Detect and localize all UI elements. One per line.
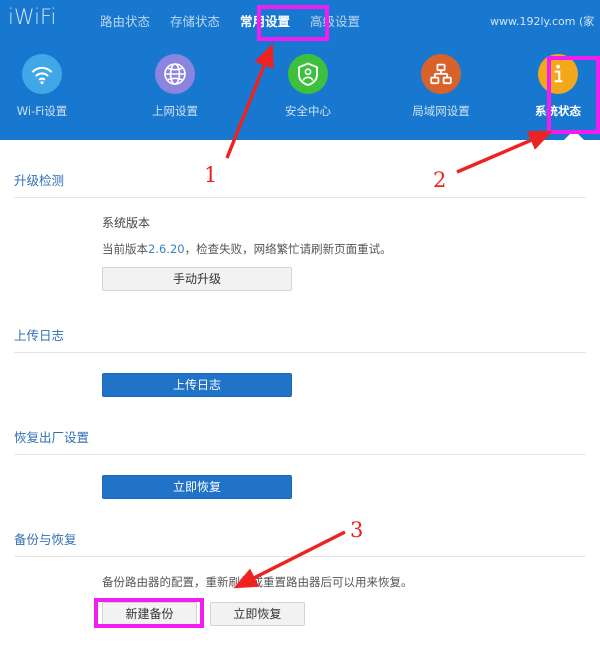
version-prefix: 当前版本 — [102, 242, 148, 256]
annotation-number-2: 2 — [433, 168, 447, 192]
brand-logo: iWiFi — [8, 5, 57, 29]
icon-nav-label: 局域网设置 — [412, 104, 470, 118]
icon-nav-lan-settings[interactable]: 局域网设置 — [399, 54, 483, 119]
globe-icon — [155, 54, 195, 94]
backup-description: 备份路由器的配置，重新刷机或重置路由器后可以用来恢复。 — [102, 575, 413, 589]
restore-now-button[interactable]: 立即恢复 — [209, 602, 305, 626]
factory-reset-button[interactable]: 立即恢复 — [102, 475, 292, 499]
icon-nav-system-status[interactable]: 系统状态 — [516, 54, 600, 119]
section-title-backup-restore: 备份与恢复 — [14, 532, 77, 547]
icon-nav-security-center[interactable]: 安全中心 — [266, 54, 350, 119]
icon-nav-label: Wi-Fi设置 — [16, 104, 68, 118]
icon-nav-row: Wi-Fi设置 上网设置 安全中心 局域网设置 系统状态 — [0, 44, 600, 140]
section-upgrade-check: 升级检测 系统版本 当前版本2.6.20，检查失败，网络繁忙请刷新页面重试。 手… — [0, 140, 600, 291]
section-title-upgrade: 升级检测 — [14, 173, 65, 188]
manual-upgrade-button[interactable]: 手动升级 — [102, 267, 292, 291]
version-number: 2.6.20 — [148, 242, 185, 256]
system-version-label: 系统版本 — [102, 216, 151, 230]
network-tree-icon — [421, 54, 461, 94]
nav-tab-advanced-settings[interactable]: 高级设置 — [300, 6, 370, 35]
icon-nav-label: 安全中心 — [285, 104, 331, 118]
section-upload-log: 上传日志 上传日志 — [0, 291, 600, 397]
icon-nav-wifi-settings[interactable]: Wi-Fi设置 — [0, 54, 84, 119]
main-nav: 路由状态 存储状态 常用设置 高级设置 — [90, 0, 370, 40]
top-blue-panel: iWiFi 路由状态 存储状态 常用设置 高级设置 www.192ly.com … — [0, 0, 600, 140]
navbar: iWiFi 路由状态 存储状态 常用设置 高级设置 www.192ly.com … — [0, 0, 600, 40]
annotation-number-3: 3 — [350, 518, 364, 542]
section-factory-reset: 恢复出厂设置 立即恢复 — [0, 397, 600, 499]
nav-tab-router-status[interactable]: 路由状态 — [90, 6, 160, 35]
icon-nav-internet-settings[interactable]: 上网设置 — [133, 54, 217, 119]
nav-tab-common-settings[interactable]: 常用设置 — [230, 6, 300, 35]
icon-nav-label: 系统状态 — [535, 104, 581, 118]
section-title-upload-log: 上传日志 — [14, 328, 65, 343]
version-suffix: ，检查失败，网络繁忙请刷新页面重试。 — [184, 242, 392, 256]
nav-tab-storage-status[interactable]: 存储状态 — [160, 6, 230, 35]
section-backup-restore: 备份与恢复 备份路由器的配置，重新刷机或重置路由器后可以用来恢复。 新建备份 立… — [0, 499, 600, 626]
shield-person-icon — [288, 54, 328, 94]
upload-log-button[interactable]: 上传日志 — [102, 373, 292, 397]
icon-nav-label: 上网设置 — [152, 104, 198, 118]
content-area: 升级检测 系统版本 当前版本2.6.20，检查失败，网络繁忙请刷新页面重试。 手… — [0, 140, 600, 645]
section-title-factory-reset: 恢复出厂设置 — [14, 430, 90, 445]
site-url-label: www.192ly.com (家 — [490, 15, 595, 28]
version-status-text: 当前版本2.6.20，检查失败，网络繁忙请刷新页面重试。 — [102, 231, 600, 257]
wifi-icon — [22, 54, 62, 94]
new-backup-button[interactable]: 新建备份 — [102, 602, 197, 626]
info-icon — [538, 54, 578, 94]
annotation-number-1: 1 — [204, 163, 218, 187]
